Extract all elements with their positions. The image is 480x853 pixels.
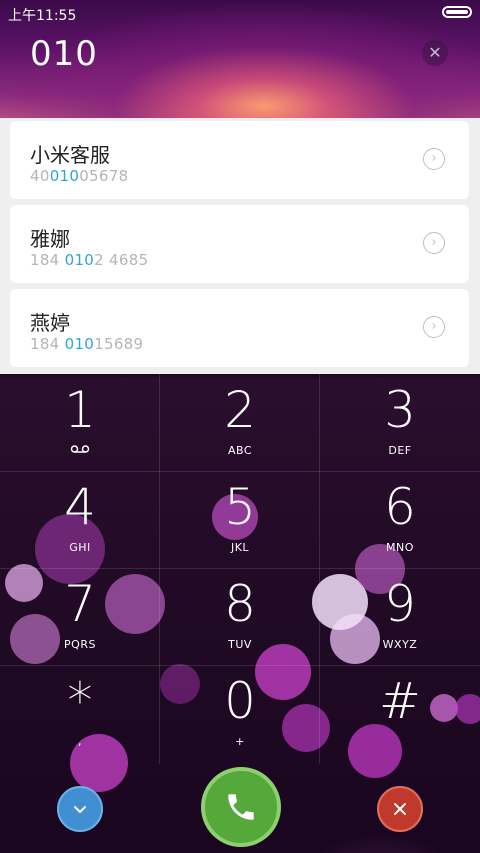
key-7[interactable]: 7 PQRS xyxy=(0,568,160,665)
contact-suggestions: 小米客服 4001005678 › 雅娜 184 0102 4685 › 燕婷 … xyxy=(0,118,480,374)
key-8[interactable]: 8 TUV xyxy=(160,568,320,665)
key-4[interactable]: 4 GHI xyxy=(0,471,160,568)
contact-number: 184 01015689 xyxy=(30,335,144,353)
chevron-right-icon[interactable]: › xyxy=(423,148,445,170)
voicemail-icon xyxy=(70,445,90,453)
list-item[interactable]: 小米客服 4001005678 › xyxy=(10,121,469,199)
status-bar: 上午11:55 xyxy=(0,0,480,26)
list-item[interactable]: 燕婷 184 01015689 › xyxy=(10,289,469,367)
key-0[interactable]: 0 + xyxy=(160,665,320,762)
key-9[interactable]: 9 WXYZ xyxy=(320,568,480,665)
contact-name: 雅娜 xyxy=(30,227,70,251)
battery-icon xyxy=(442,6,472,18)
contact-name: 小米客服 xyxy=(30,143,110,167)
call-button[interactable] xyxy=(201,767,281,847)
contact-name: 燕婷 xyxy=(30,311,70,335)
close-icon xyxy=(394,803,406,815)
status-time: 上午11:55 xyxy=(8,8,77,24)
collapse-keypad-button[interactable] xyxy=(57,786,103,832)
key-2[interactable]: 2 ABC xyxy=(160,374,320,471)
key-6[interactable]: 6 MNO xyxy=(320,471,480,568)
dialed-number[interactable]: 010 xyxy=(30,34,98,74)
chevron-right-icon[interactable]: › xyxy=(423,232,445,254)
key-5[interactable]: 5 JKL xyxy=(160,471,320,568)
key-hash[interactable]: # xyxy=(320,665,480,762)
chevron-down-icon xyxy=(74,806,86,813)
contact-number: 4001005678 xyxy=(30,167,129,185)
list-item[interactable]: 雅娜 184 0102 4685 › xyxy=(10,205,469,283)
key-star[interactable]: * , xyxy=(0,665,160,762)
clear-icon[interactable]: ✕ xyxy=(422,40,448,66)
phone-icon xyxy=(228,794,254,820)
chevron-right-icon[interactable]: › xyxy=(423,316,445,338)
contact-number: 184 0102 4685 xyxy=(30,251,149,269)
cancel-button[interactable] xyxy=(377,786,423,832)
key-1[interactable]: 1 xyxy=(0,374,160,471)
key-3[interactable]: 3 DEF xyxy=(320,374,480,471)
dial-header: 上午11:55 010 ✕ xyxy=(0,0,480,118)
